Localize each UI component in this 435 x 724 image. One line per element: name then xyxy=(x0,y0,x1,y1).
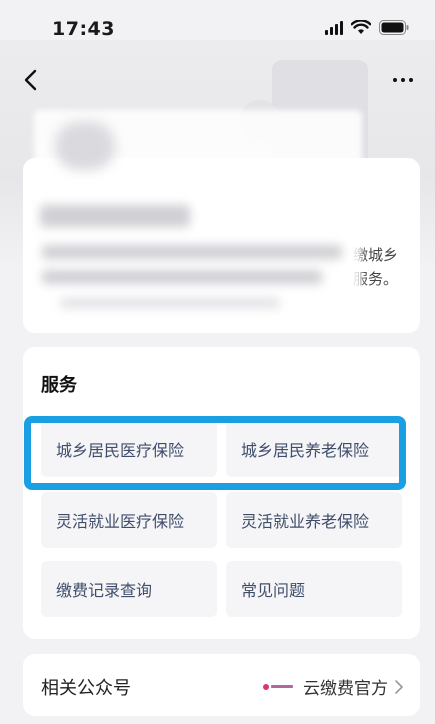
official-account-label: 相关公众号 xyxy=(41,678,131,699)
service-item-faq[interactable]: 常见问题 xyxy=(226,561,402,617)
blurred-line xyxy=(60,298,280,308)
service-item-payment-records[interactable]: 缴费记录查询 xyxy=(41,561,217,617)
blurred-line xyxy=(42,245,342,259)
blurred-line xyxy=(42,270,322,284)
official-account-link[interactable]: 云缴费官方 xyxy=(263,674,404,699)
blurred-logo-icon xyxy=(55,122,115,170)
cellular-signal-icon xyxy=(325,20,343,35)
battery-icon xyxy=(379,20,409,35)
status-icons xyxy=(325,20,409,35)
official-account-name: 云缴费官方 xyxy=(303,679,388,699)
highlight-box xyxy=(24,416,406,490)
wifi-icon xyxy=(351,20,371,34)
service-title: 服务 xyxy=(41,375,77,396)
blurred-line xyxy=(40,205,190,227)
status-bar: 17:43 xyxy=(0,0,435,60)
status-time: 17:43 xyxy=(52,18,115,40)
service-item-flexible-medical[interactable]: 灵活就业医疗保险 xyxy=(41,492,217,548)
back-chevron-icon[interactable] xyxy=(18,66,46,94)
account-logo-icon xyxy=(263,681,297,693)
service-item-flexible-pension[interactable]: 灵活就业养老保险 xyxy=(226,492,402,548)
nav-bar xyxy=(0,58,435,102)
chevron-right-icon xyxy=(395,679,403,694)
service-card: 服务 城乡居民医疗保险 城乡居民养老保险 灵活就业医疗保险 灵活就业养老保险 缴… xyxy=(23,347,420,639)
official-account-row[interactable]: 相关公众号 云缴费官方 xyxy=(23,654,420,716)
more-options-icon[interactable] xyxy=(389,66,417,94)
